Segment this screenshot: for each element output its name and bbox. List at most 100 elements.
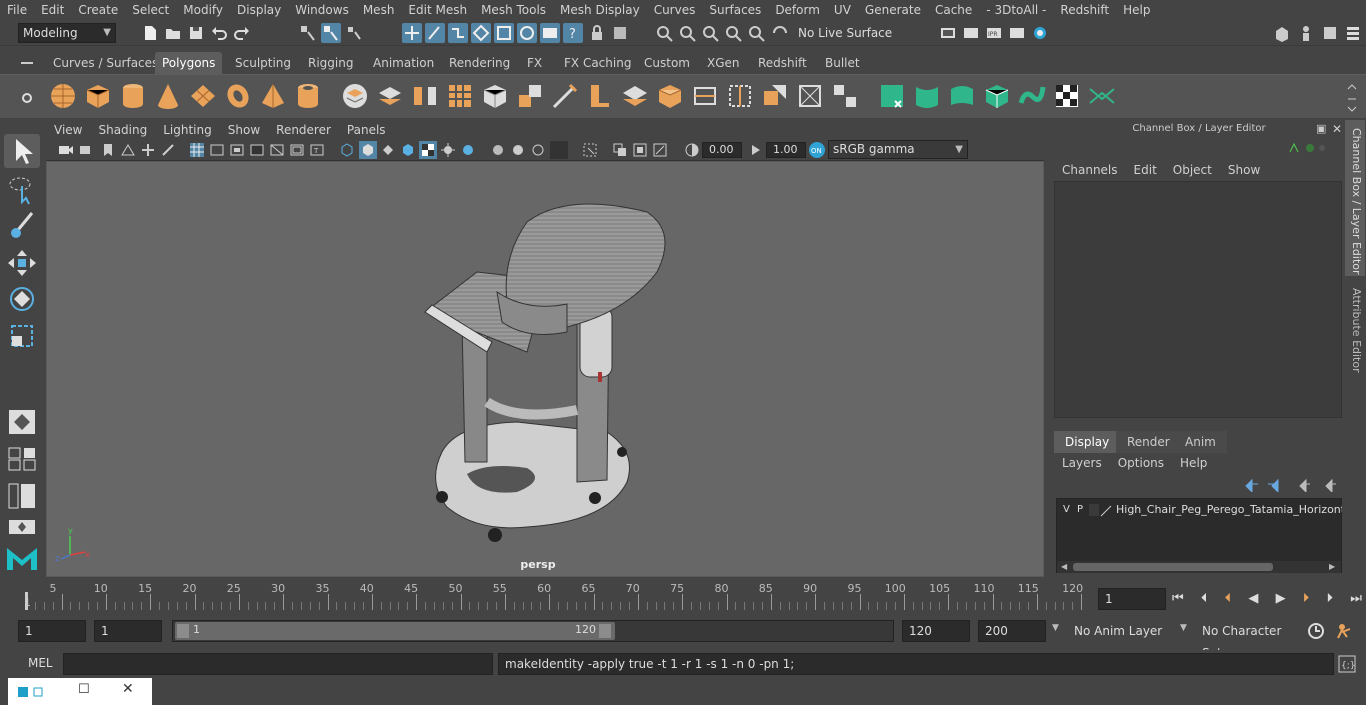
tab-redshift[interactable]: Redshift	[751, 52, 814, 74]
layer-tab-render[interactable]: Render	[1116, 431, 1181, 453]
fill-hole-icon[interactable]	[795, 81, 825, 111]
channel-box-side-tab[interactable]: Channel Box / Layer Editor	[1345, 120, 1365, 276]
uv-unfold-icon[interactable]	[1017, 81, 1047, 111]
smooth-icon[interactable]	[480, 81, 510, 111]
current-time-indicator[interactable]	[25, 592, 28, 610]
magnet-icon[interactable]	[747, 23, 767, 43]
script-editor-icon[interactable]: {;}	[1338, 655, 1356, 673]
checker-map-icon[interactable]	[1052, 81, 1082, 111]
lock-icon[interactable]	[587, 23, 607, 43]
shadows-icon[interactable]	[460, 142, 476, 158]
render-frame-icon[interactable]	[961, 23, 981, 43]
safe-title-icon[interactable]: T	[309, 142, 325, 158]
layer-tab-anim[interactable]: Anim	[1174, 431, 1227, 453]
menu-mesh-tools[interactable]: Mesh Tools	[474, 3, 553, 17]
perspective-viewport[interactable]: y x z persp	[46, 161, 1044, 577]
play-forward-icon[interactable]: ▶	[1276, 591, 1286, 606]
new-scene-icon[interactable]	[140, 23, 160, 43]
render-setup-icon[interactable]	[540, 23, 560, 43]
reflection-icon[interactable]	[701, 23, 721, 43]
target-weld-icon[interactable]	[690, 81, 720, 111]
poly-torus-icon[interactable]	[223, 81, 253, 111]
camera-attributes-icon[interactable]	[79, 142, 95, 158]
poly-plane-icon[interactable]	[188, 81, 218, 111]
menu-redshift[interactable]: Redshift	[1053, 3, 1116, 17]
single-perspective-layout-icon[interactable]	[7, 408, 37, 436]
channel-menu-show[interactable]: Show	[1220, 163, 1268, 177]
film-gate-icon[interactable]	[209, 142, 225, 158]
snap-view-icon[interactable]	[471, 23, 491, 43]
step-forward-key-icon[interactable]: ⏵	[1303, 591, 1310, 606]
scroll-thumb[interactable]	[1073, 563, 1273, 571]
combine-icon[interactable]	[340, 81, 370, 111]
script-language-toggle[interactable]: MEL	[16, 656, 60, 670]
float-panel-icon[interactable]: ▣	[1316, 120, 1326, 138]
poly-pyramid-icon[interactable]	[258, 81, 288, 111]
depth-of-field-icon[interactable]	[550, 141, 568, 159]
select-object-icon[interactable]	[321, 23, 341, 43]
default-material-icon[interactable]	[380, 142, 396, 158]
snap-surface-icon[interactable]	[494, 23, 514, 43]
tab-bullet[interactable]: Bullet	[818, 52, 867, 74]
grid-toggle-icon[interactable]	[189, 142, 205, 158]
grease-pencil-icon[interactable]	[160, 142, 176, 158]
poly-cylinder-icon[interactable]	[118, 81, 148, 111]
viewport-menu-show[interactable]: Show	[220, 123, 268, 137]
ambient-occlusion-icon[interactable]	[490, 142, 506, 158]
modeling-toolkit-icon[interactable]	[1272, 23, 1292, 43]
tab-custom[interactable]: Custom	[637, 52, 697, 74]
anim-layer-selector[interactable]: No Anim Layer	[1068, 620, 1172, 642]
paint-select-tool[interactable]	[4, 208, 40, 242]
open-scene-icon[interactable]	[163, 23, 183, 43]
attribute-editor-side-tab[interactable]: Attribute Editor	[1345, 280, 1365, 380]
tab-polygons[interactable]: Polygons	[155, 52, 223, 74]
maximize-icon[interactable]: ☐	[78, 682, 90, 697]
layer-display-type[interactable]	[1089, 504, 1099, 516]
range-slider[interactable]: 1 120	[172, 620, 894, 642]
menu-3dtoall[interactable]: - 3DtoAll -	[979, 3, 1053, 17]
ipr-render-icon[interactable]: IPR	[984, 23, 1004, 43]
bevel-icon[interactable]	[585, 81, 615, 111]
multi-cut-icon[interactable]	[550, 81, 580, 111]
layer-playback-toggle[interactable]: P	[1077, 504, 1083, 515]
layer-scrollbar[interactable]: ◀ ▶	[1057, 561, 1341, 573]
animation-end-field[interactable]: 200	[978, 620, 1046, 642]
append-icon[interactable]	[655, 81, 685, 111]
scroll-left-icon[interactable]: ◀	[1061, 562, 1067, 571]
menu-display[interactable]: Display	[230, 3, 288, 17]
render-view-icon[interactable]	[938, 23, 958, 43]
resolution-gate-icon[interactable]	[229, 142, 245, 158]
chevron-down-icon[interactable]: ▼	[1180, 623, 1187, 633]
channel-menu-edit[interactable]: Edit	[1126, 163, 1165, 177]
layer-menu-options[interactable]: Options	[1110, 456, 1172, 470]
menu-edit[interactable]: Edit	[34, 3, 71, 17]
play-backward-icon[interactable]: ◀	[1248, 591, 1258, 606]
exposure-icon[interactable]	[684, 142, 700, 158]
gamma-icon[interactable]	[748, 142, 764, 158]
gamma-field[interactable]: 1.00	[766, 142, 806, 158]
use-all-lights-icon[interactable]	[440, 142, 456, 158]
isolate-select-icon[interactable]	[582, 142, 598, 158]
separate-icon[interactable]	[375, 81, 405, 111]
symmetry-icon[interactable]	[655, 23, 675, 43]
redo-icon[interactable]	[232, 23, 252, 43]
range-slider-handle[interactable]: 1 120	[175, 622, 615, 640]
poly-pipe-icon[interactable]	[293, 81, 323, 111]
layer-row[interactable]: V P High_Chair_Peg_Perego_Tatamia_Horizo…	[1057, 501, 1342, 521]
color-management-icon[interactable]: ON	[808, 141, 826, 159]
select-tool[interactable]	[4, 134, 40, 168]
extract-icon[interactable]	[410, 81, 440, 111]
mode-selector[interactable]: Modeling ▼	[18, 23, 116, 43]
live-surface-field[interactable]: No Live Surface	[793, 23, 892, 43]
tab-animation[interactable]: Animation	[366, 52, 441, 74]
wireframe-on-shaded-icon[interactable]	[419, 141, 437, 159]
lasso-tool[interactable]	[4, 172, 40, 206]
undo-icon[interactable]	[209, 23, 229, 43]
character-set-selector[interactable]: No Character Set	[1196, 620, 1300, 660]
channel-box-toggle-icons[interactable]	[1286, 140, 1326, 156]
menu-deform[interactable]: Deform	[768, 3, 827, 17]
live-surface-icon[interactable]	[770, 23, 790, 43]
layer-name[interactable]: High_Chair_Peg_Perego_Tatamia_Horizonta	[1116, 503, 1342, 516]
layer-menu-layers[interactable]: Layers	[1054, 456, 1110, 470]
poly-cone-icon[interactable]	[153, 81, 183, 111]
